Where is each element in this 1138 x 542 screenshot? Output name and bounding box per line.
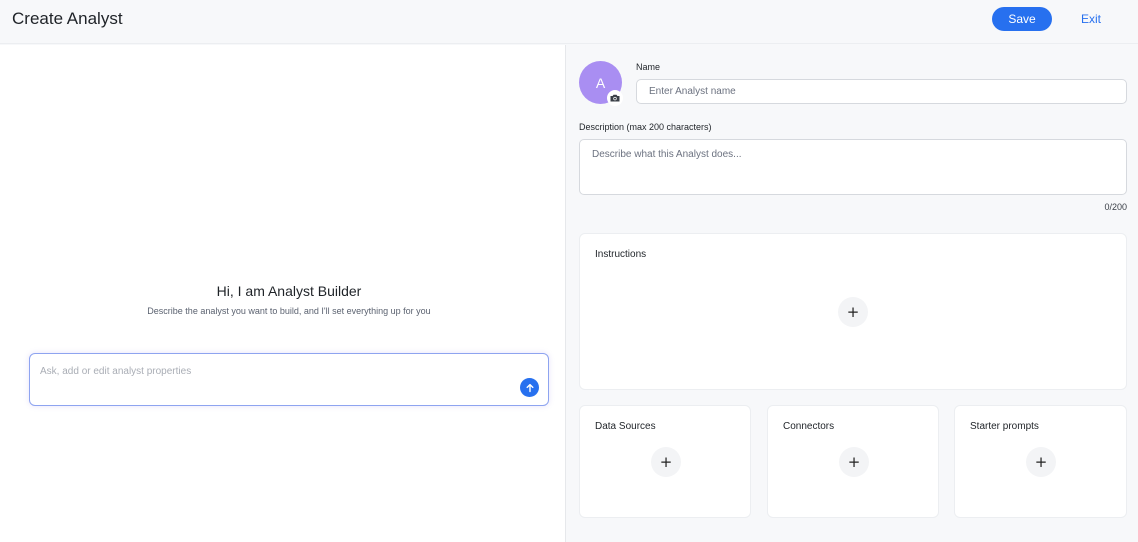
plus-icon: + (847, 452, 861, 471)
data-sources-title: Data Sources (595, 421, 656, 432)
add-starter-prompt-button[interactable]: + (1026, 447, 1056, 477)
name-input[interactable] (636, 79, 1127, 104)
camera-icon (610, 94, 620, 102)
description-input[interactable] (579, 139, 1127, 195)
greeting-title: Hi, I am Analyst Builder (216, 283, 362, 299)
data-sources-card: Data Sources + (579, 405, 751, 518)
send-button[interactable] (520, 378, 539, 397)
starter-prompts-title: Starter prompts (970, 421, 1039, 432)
greeting-subtitle: Describe the analyst you want to build, … (147, 306, 431, 316)
connectors-title: Connectors (783, 421, 835, 432)
change-avatar-button[interactable] (607, 90, 623, 106)
save-button[interactable]: Save (992, 7, 1052, 31)
plus-icon: + (659, 452, 673, 471)
description-char-count: 0/200 (1104, 202, 1127, 212)
builder-chat-panel: Hi, I am Analyst Builder Describe the an… (0, 45, 566, 542)
chat-input-box (29, 353, 549, 406)
description-label: Description (max 200 characters) (579, 122, 712, 132)
exit-button[interactable]: Exit (1072, 7, 1110, 31)
instructions-card: Instructions + (579, 233, 1127, 390)
top-bar: Create Analyst Save Exit (0, 0, 1138, 44)
page-title: Create Analyst (12, 9, 123, 28)
connectors-card: Connectors + (767, 405, 939, 518)
add-connector-button[interactable]: + (839, 447, 869, 477)
starter-prompts-card: Starter prompts + (954, 405, 1127, 518)
name-label: Name (636, 62, 661, 72)
arrow-up-icon (526, 383, 533, 392)
chat-input[interactable] (40, 362, 510, 380)
plus-icon: + (1034, 452, 1048, 471)
plus-icon: + (846, 302, 860, 321)
instructions-title: Instructions (595, 249, 647, 260)
add-instructions-button[interactable]: + (838, 297, 868, 327)
add-data-source-button[interactable]: + (651, 447, 681, 477)
